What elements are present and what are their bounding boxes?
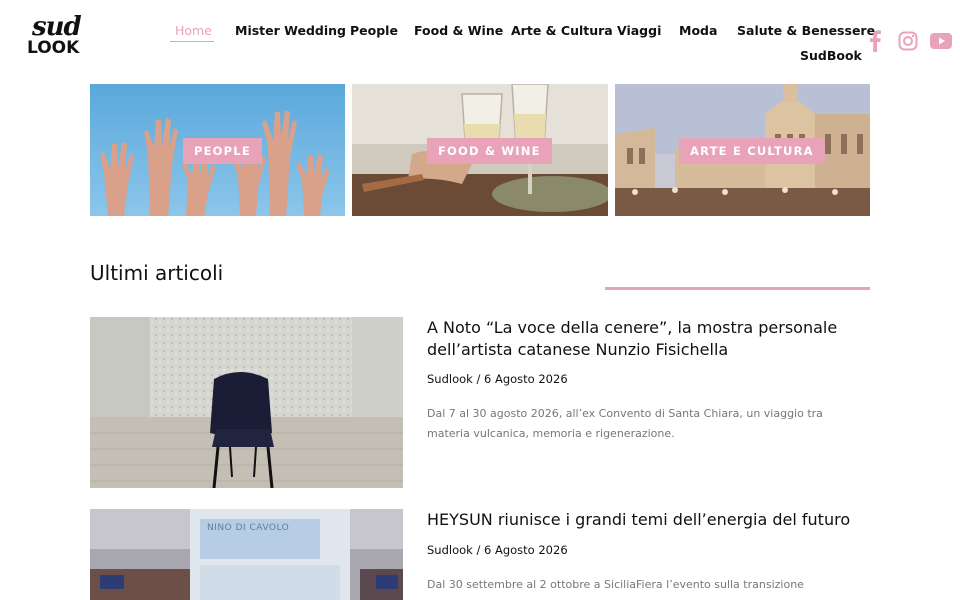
article-meta: Sudlook / 6 Agosto 2026 [427, 372, 568, 386]
article-excerpt: Dal 7 al 30 agosto 2026, all’ex Convento… [427, 407, 823, 440]
tile-food-wine[interactable]: FOOD & WINE [352, 84, 608, 216]
section-divider [605, 287, 870, 290]
nav-people[interactable]: People [350, 23, 398, 38]
article-image-caption: NINO DI CAVOLO [207, 523, 290, 533]
nav-mister-wedding[interactable]: Mister Wedding [235, 23, 346, 38]
nav-moda[interactable]: Moda [679, 23, 717, 38]
article-image[interactable] [90, 317, 403, 488]
nav-home[interactable]: Home [175, 23, 212, 38]
article-title[interactable]: HEYSUN riunisce i grandi temi dell’energ… [427, 509, 857, 531]
tile-label-people: PEOPLE [183, 138, 262, 164]
article-title[interactable]: A Noto “La voce della cenere”, la mostra… [427, 317, 857, 361]
nav-salute-benessere[interactable]: Salute & Benessere [737, 23, 875, 38]
tile-people[interactable]: PEOPLE [90, 84, 345, 216]
site-logo[interactable]: sud LOOK [26, 12, 88, 60]
nav-food-wine[interactable]: Food & Wine [414, 23, 503, 38]
facebook-icon[interactable] [868, 30, 882, 52]
nav-arte-cultura[interactable]: Arte & Cultura [511, 23, 613, 38]
logo-text-bottom: LOOK [27, 38, 80, 58]
nav-sudbook[interactable]: SudBook [800, 48, 862, 63]
tile-arte-cultura[interactable]: ARTE E CULTURA [615, 84, 870, 216]
category-tiles: PEOPLE FOOD & WINE ARTE E CULTURA [90, 84, 870, 216]
nav-active-underline [170, 41, 214, 42]
tile-label-arte-cultura: ARTE E CULTURA [679, 138, 825, 164]
article-image[interactable]: NINO DI CAVOLO [90, 509, 403, 600]
section-title: Ultimi articoli [90, 261, 224, 285]
instagram-icon[interactable] [898, 31, 918, 51]
article-meta: Sudlook / 6 Agosto 2026 [427, 543, 568, 557]
tile-label-food-wine: FOOD & WINE [427, 138, 552, 164]
article-excerpt: Dal 30 settembre al 2 ottobre a SiciliaF… [427, 578, 804, 600]
nav-viaggi[interactable]: Viaggi [617, 23, 661, 38]
youtube-icon[interactable] [930, 33, 952, 49]
